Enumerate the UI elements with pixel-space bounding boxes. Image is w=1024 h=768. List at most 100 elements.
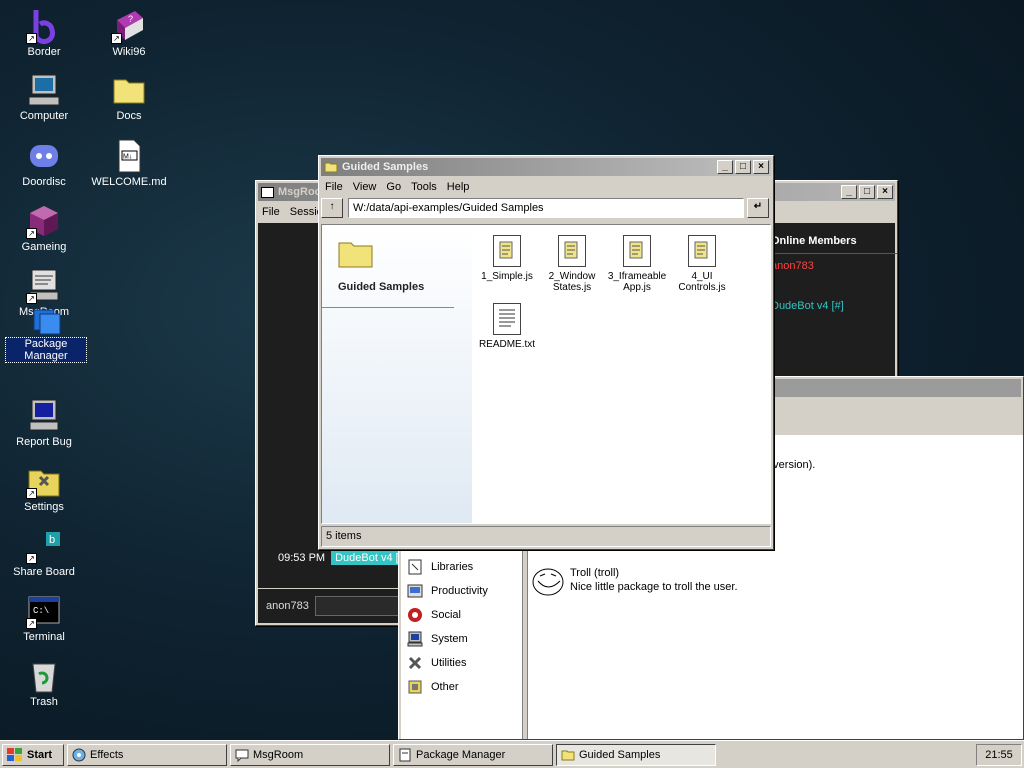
desktop-icon-wiki96[interactable]: ? ↗ Wiki96 xyxy=(89,8,169,58)
package-icon xyxy=(28,306,64,336)
category-label: Social xyxy=(431,609,461,621)
desktop-icon-report-bug[interactable]: Report Bug xyxy=(4,398,84,448)
maximize-button[interactable]: □ xyxy=(735,160,751,174)
taskbar: Start Effects MsgRoom Package Manager Gu… xyxy=(0,740,1024,768)
desktop-icon-label: Computer xyxy=(19,110,69,122)
explorer-titlebar[interactable]: Guided Samples _ □ × xyxy=(321,158,771,176)
desktop-icon-label: Gameing xyxy=(21,241,67,253)
script-file-icon xyxy=(493,235,521,267)
status-text: 5 items xyxy=(326,530,362,542)
file-item[interactable]: README.txt xyxy=(476,303,538,350)
task-guided-samples[interactable]: Guided Samples xyxy=(556,743,716,766)
svg-text:M↓: M↓ xyxy=(123,154,132,161)
menu-tools[interactable]: Tools xyxy=(407,180,443,194)
desktop-icon-terminal[interactable]: C:\ ↗ Terminal xyxy=(4,593,84,643)
desktop-icon-label: Wiki96 xyxy=(112,46,146,58)
member-item[interactable]: DudeBot v4 [#] xyxy=(765,272,897,312)
go-button[interactable]: ↵ xyxy=(747,198,769,218)
terminal-icon: C:\ ↗ xyxy=(26,593,62,629)
category-label: Other xyxy=(431,681,459,693)
desktop-icon-label: Terminal xyxy=(23,631,65,643)
up-folder-button[interactable]: ↑ xyxy=(321,198,343,218)
desktop-icon-share-board[interactable]: b ↗ Share Board xyxy=(4,528,84,578)
script-file-icon xyxy=(623,235,651,267)
productivity-icon xyxy=(407,584,423,598)
file-item[interactable]: 3_Iframeable App.js xyxy=(606,235,668,293)
desktop-icon-label: Settings xyxy=(24,501,64,513)
cube-icon: ↗ xyxy=(26,203,62,239)
category-utilities[interactable]: Utilities xyxy=(401,651,522,675)
status-bar: 5 items xyxy=(321,526,771,547)
menu-view[interactable]: View xyxy=(349,180,383,194)
chat-icon xyxy=(235,749,249,762)
file-item[interactable]: 1_Simple.js xyxy=(476,235,538,282)
maximize-button[interactable]: □ xyxy=(859,185,875,199)
members-panel: Online Members anon783 DudeBot v4 [#] xyxy=(764,229,897,379)
desktop-icon-docs[interactable]: Docs xyxy=(89,72,169,122)
system-icon xyxy=(407,631,423,647)
category-system[interactable]: System xyxy=(401,627,522,651)
desktop-icon-welcome[interactable]: M↓ WELCOME.md xyxy=(89,138,169,188)
folder-icon xyxy=(111,72,147,108)
script-file-icon xyxy=(558,235,586,267)
markdown-file-icon: M↓ xyxy=(111,138,147,174)
menu-go[interactable]: Go xyxy=(382,180,407,194)
category-social[interactable]: Social xyxy=(401,603,522,627)
folder-info-panel: Guided Samples xyxy=(322,225,472,523)
file-name: 4_UI Controls.js xyxy=(678,271,726,293)
task-msgroom[interactable]: MsgRoom xyxy=(230,743,390,766)
category-libraries[interactable]: Libraries xyxy=(401,555,522,579)
close-button[interactable]: × xyxy=(877,185,893,199)
members-header: Online Members xyxy=(765,229,897,254)
settings-icon: ↗ xyxy=(26,463,62,499)
discord-icon xyxy=(26,138,62,174)
desktop-icon-gameing[interactable]: ↗ Gameing xyxy=(4,203,84,253)
menu-file[interactable]: File xyxy=(321,180,349,194)
member-item[interactable]: anon783 xyxy=(765,254,897,272)
start-button[interactable]: Start xyxy=(2,743,64,766)
desktop-icon-package-manager[interactable]: Package Manager xyxy=(5,306,87,363)
utilities-icon xyxy=(408,656,422,670)
explorer-window: Guided Samples _ □ × File View Go Tools … xyxy=(318,155,774,550)
folder-icon xyxy=(561,750,575,760)
task-effects[interactable]: Effects xyxy=(67,743,227,766)
task-package-manager[interactable]: Package Manager xyxy=(393,743,553,766)
minimize-button[interactable]: _ xyxy=(841,185,857,199)
category-label: Productivity xyxy=(431,585,488,597)
close-button[interactable]: × xyxy=(753,160,769,174)
explorer-menubar: File View Go Tools Help xyxy=(319,178,773,196)
system-tray-clock[interactable]: 21:55 xyxy=(976,743,1022,766)
desktop-icon-doordisc[interactable]: Doordisc xyxy=(4,138,84,188)
window-title: Guided Samples xyxy=(342,161,429,173)
divider xyxy=(322,307,454,308)
svg-text:b: b xyxy=(49,534,55,546)
category-productivity[interactable]: Productivity xyxy=(401,579,522,603)
package-name: Troll (troll) xyxy=(570,567,620,579)
category-other[interactable]: Other xyxy=(401,675,522,699)
file-name: 1_Simple.js xyxy=(481,271,533,282)
border-app-icon: ↗ xyxy=(26,8,62,45)
task-label: Guided Samples xyxy=(579,748,661,761)
category-label: Libraries xyxy=(431,561,474,573)
menu-help[interactable]: Help xyxy=(443,180,476,194)
desktop-icon-computer[interactable]: Computer xyxy=(4,72,84,122)
folder-icon xyxy=(338,242,373,268)
file-item[interactable]: 4_UI Controls.js xyxy=(671,235,733,293)
address-input[interactable]: W:/data/api-examples/Guided Samples xyxy=(348,198,744,218)
troll-face-icon xyxy=(532,568,564,596)
desktop-icon-label: Border xyxy=(27,46,61,58)
libraries-icon xyxy=(408,559,422,575)
desktop-icon-settings[interactable]: ↗ Settings xyxy=(4,463,84,513)
minimize-button[interactable]: _ xyxy=(717,160,733,174)
package-item-troll[interactable]: Troll (troll) Nice little package to tro… xyxy=(532,567,738,597)
desktop-icon-trash[interactable]: Trash xyxy=(4,658,84,708)
effects-icon xyxy=(72,748,86,761)
menu-file[interactable]: File xyxy=(258,205,286,219)
chat-message: 09:53 PM DudeBot v4 [#] xyxy=(278,551,412,565)
file-item[interactable]: 2_Window States.js xyxy=(541,235,603,293)
file-name: 2_Window States.js xyxy=(548,271,596,293)
desktop-icon-border[interactable]: ↗ Border xyxy=(4,8,84,58)
social-icon xyxy=(408,608,422,622)
package-icon xyxy=(399,748,411,761)
svg-text:?: ? xyxy=(128,14,133,24)
